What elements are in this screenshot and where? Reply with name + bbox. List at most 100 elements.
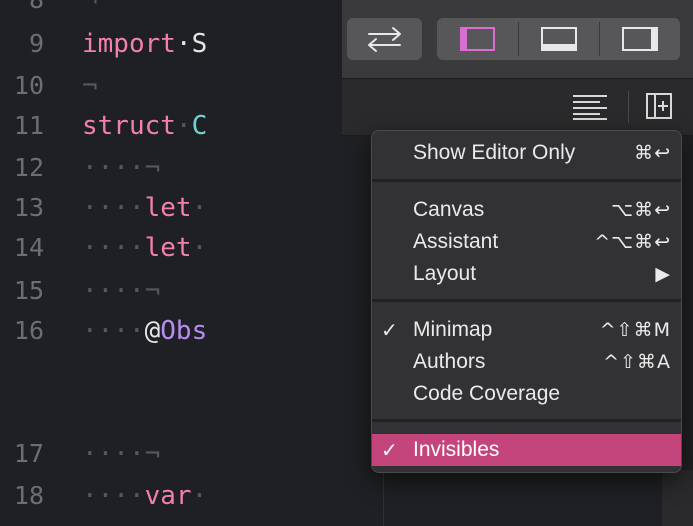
code-text: ····¬: [82, 150, 160, 186]
line-number: 8: [29, 0, 44, 18]
code-whitespace: ····: [82, 193, 145, 223]
menu-item-layout[interactable]: Layout ▶: [372, 258, 681, 290]
bottom-panel-icon: [541, 27, 577, 51]
code-whitespace: ····: [82, 439, 145, 469]
menu-item-label: Minimap: [413, 318, 493, 341]
code-line[interactable]: 11 struct·C: [0, 108, 232, 144]
menu-item-authors[interactable]: Authors ^⇧⌘A: [372, 346, 681, 378]
menu-item-shortcut: ^⇧⌘A: [603, 351, 671, 373]
code-line[interactable]: 14 ····let·: [0, 230, 232, 266]
code-line[interactable]: 17 ····¬: [0, 436, 232, 472]
menu-item-assistant[interactable]: Assistant ^⌥⌘↩: [372, 226, 681, 258]
menu-item-shortcut: ⌘↩: [634, 142, 671, 164]
code-text: ····var·: [82, 478, 207, 514]
menu-item-label: Code Coverage: [413, 382, 561, 405]
editor-layout-segmented-control: [437, 18, 680, 60]
code-attribute: Obs: [160, 316, 208, 346]
menu-item-label: Authors: [413, 350, 486, 373]
right-panel-icon: [622, 27, 658, 51]
right-panel-button[interactable]: [600, 18, 680, 60]
menu-separator: [372, 299, 681, 302]
code-invisible: ¬: [82, 71, 98, 101]
editor-options-menu: Show Editor Only ⌘↩ Canvas ⌥⌘↩ Assistant…: [371, 130, 682, 473]
code-line[interactable]: 12 ····¬: [0, 150, 232, 186]
line-number: 12: [13, 153, 44, 182]
code-whitespace: ····: [82, 276, 145, 306]
menu-item-minimap[interactable]: ✓ Minimap ^⇧⌘M: [372, 314, 681, 346]
code-keyword: let: [144, 193, 192, 223]
code-whitespace: ····: [82, 481, 145, 511]
checkmark-icon: ✓: [381, 318, 398, 342]
code-keyword: let: [144, 233, 192, 263]
menu-item-shortcut: ^⌥⌘↩: [594, 231, 671, 253]
code-text: ····let·: [82, 190, 207, 226]
code-line[interactable]: 16 ····@Obs: [0, 313, 232, 349]
add-editor-icon[interactable]: [644, 91, 674, 121]
code-invisible: ·: [191, 233, 208, 263]
code-text: ····@Obs: [82, 313, 207, 349]
code-text: ····¬: [82, 273, 160, 309]
swap-editors-button[interactable]: [347, 18, 422, 60]
menu-item-label: Canvas: [413, 198, 485, 221]
menu-item-label: Show Editor Only: [413, 141, 576, 164]
code-text: ¬: [82, 68, 98, 104]
menu-item-label: Invisibles: [413, 438, 500, 461]
code-whitespace: ····: [82, 153, 145, 183]
menu-item-label: Layout: [413, 262, 477, 285]
code-text: import·S: [82, 26, 207, 62]
code-invisible: ·: [175, 111, 192, 141]
line-number: 17: [13, 439, 44, 468]
menu-item-shortcut: ^⇧⌘M: [599, 319, 671, 341]
code-keyword: var: [144, 481, 192, 511]
code-text: ····let·: [82, 230, 207, 266]
code-invisible: ¬: [144, 439, 161, 469]
code-plain: ·S: [175, 29, 208, 59]
code-invisible: ¬: [82, 0, 98, 15]
xcode-window: 8 ¬ 9 import·S 10 ¬ 11 struct·C 12 ····¬…: [0, 0, 693, 526]
editor-options-icon[interactable]: [570, 93, 610, 121]
code-line[interactable]: 18 ····var·: [0, 478, 232, 514]
code-invisible: ¬: [144, 153, 161, 183]
menu-item-invisibles[interactable]: ✓ Invisibles: [372, 434, 681, 466]
line-number: 14: [13, 233, 44, 262]
editor-gap: [232, 0, 342, 526]
line-number: 16: [13, 316, 44, 345]
code-whitespace: ····: [82, 316, 145, 346]
code-line[interactable]: 10 ¬: [0, 68, 232, 104]
window-toolbar: [342, 0, 693, 79]
code-invisible: ·: [191, 481, 208, 511]
menu-item-show-editor-only[interactable]: Show Editor Only ⌘↩: [372, 137, 681, 169]
code-line[interactable]: 15 ····¬: [0, 273, 232, 309]
code-whitespace: ····: [82, 233, 145, 263]
line-number: 13: [13, 193, 44, 222]
menu-item-code-coverage[interactable]: Code Coverage: [372, 378, 681, 410]
line-number: 11: [13, 111, 44, 140]
jump-bar-divider: [628, 91, 629, 123]
menu-separator: [372, 179, 681, 182]
swap-arrows-icon: [368, 27, 401, 52]
scrollbar-track[interactable]: [662, 470, 693, 526]
menu-item-label: Assistant: [413, 230, 499, 253]
checkmark-icon: ✓: [381, 438, 398, 462]
line-number: 18: [13, 481, 44, 510]
code-text: struct·C: [82, 108, 207, 144]
code-keyword: struct: [82, 111, 176, 141]
code-editor[interactable]: 8 ¬ 9 import·S 10 ¬ 11 struct·C 12 ····¬…: [0, 0, 232, 526]
editor-only-button[interactable]: [437, 18, 517, 60]
code-line[interactable]: 13 ····let·: [0, 190, 232, 226]
submenu-arrow-icon: ▶: [655, 263, 671, 285]
code-keyword: import: [82, 29, 176, 59]
line-number: 10: [13, 71, 44, 100]
editor-jump-bar: [342, 79, 693, 136]
bottom-panel-button[interactable]: [519, 18, 599, 60]
code-invisible: ·: [191, 193, 208, 223]
code-type: C: [191, 111, 208, 141]
code-line[interactable]: 9 import·S: [0, 26, 232, 62]
menu-item-shortcut: ⌥⌘↩: [611, 199, 671, 221]
code-line[interactable]: 8 ¬: [0, 0, 232, 18]
menu-separator: [372, 419, 681, 422]
code-text: ····¬: [82, 436, 160, 472]
code-attribute-at: @: [144, 316, 161, 346]
code-invisible: ¬: [144, 276, 161, 306]
menu-item-canvas[interactable]: Canvas ⌥⌘↩: [372, 194, 681, 226]
